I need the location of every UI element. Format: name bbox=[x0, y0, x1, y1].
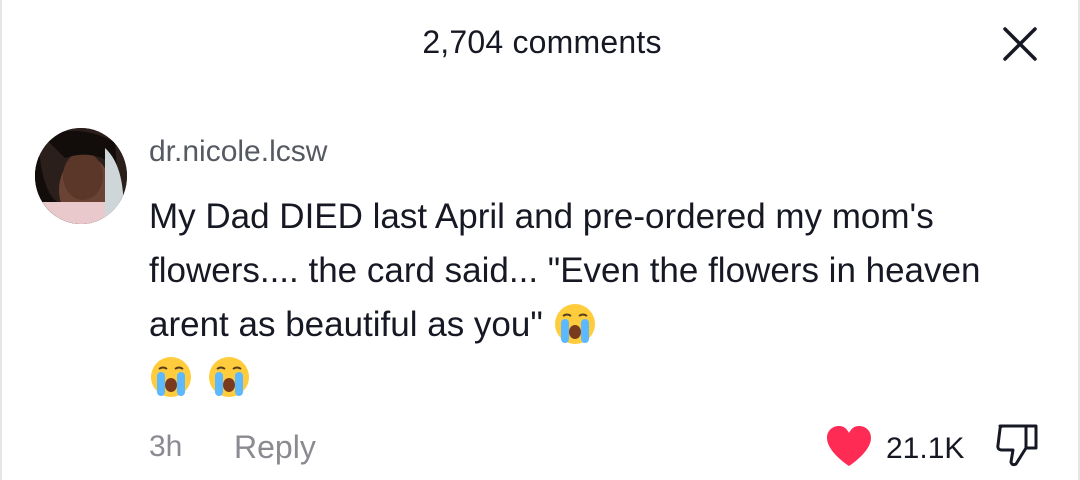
comments-panel: 2,704 comments dr.nicole.lcsw My Dad DIE… bbox=[0, 0, 1080, 480]
heart-icon bbox=[827, 426, 871, 466]
loudly-crying-face-icon bbox=[209, 357, 250, 397]
like-count: 21.1K bbox=[886, 432, 965, 465]
comments-count-title: 2,704 comments bbox=[422, 24, 662, 60]
reply-button[interactable]: Reply bbox=[234, 429, 316, 466]
comment-emoji-row bbox=[149, 355, 261, 405]
avatar[interactable] bbox=[35, 128, 127, 224]
close-button[interactable] bbox=[1000, 24, 1040, 64]
comment-timestamp: 3h bbox=[149, 430, 183, 463]
comment-username[interactable]: dr.nicole.lcsw bbox=[149, 135, 327, 169]
comment-body: My Dad DIED last April and pre-ordered m… bbox=[149, 190, 1009, 352]
loudly-crying-face-icon bbox=[151, 357, 191, 397]
close-icon bbox=[1003, 27, 1037, 61]
thumbs-down-icon bbox=[996, 424, 1038, 467]
like-button[interactable] bbox=[824, 424, 874, 468]
dislike-button[interactable] bbox=[992, 420, 1042, 470]
loudly-crying-face-icon bbox=[554, 303, 595, 344]
